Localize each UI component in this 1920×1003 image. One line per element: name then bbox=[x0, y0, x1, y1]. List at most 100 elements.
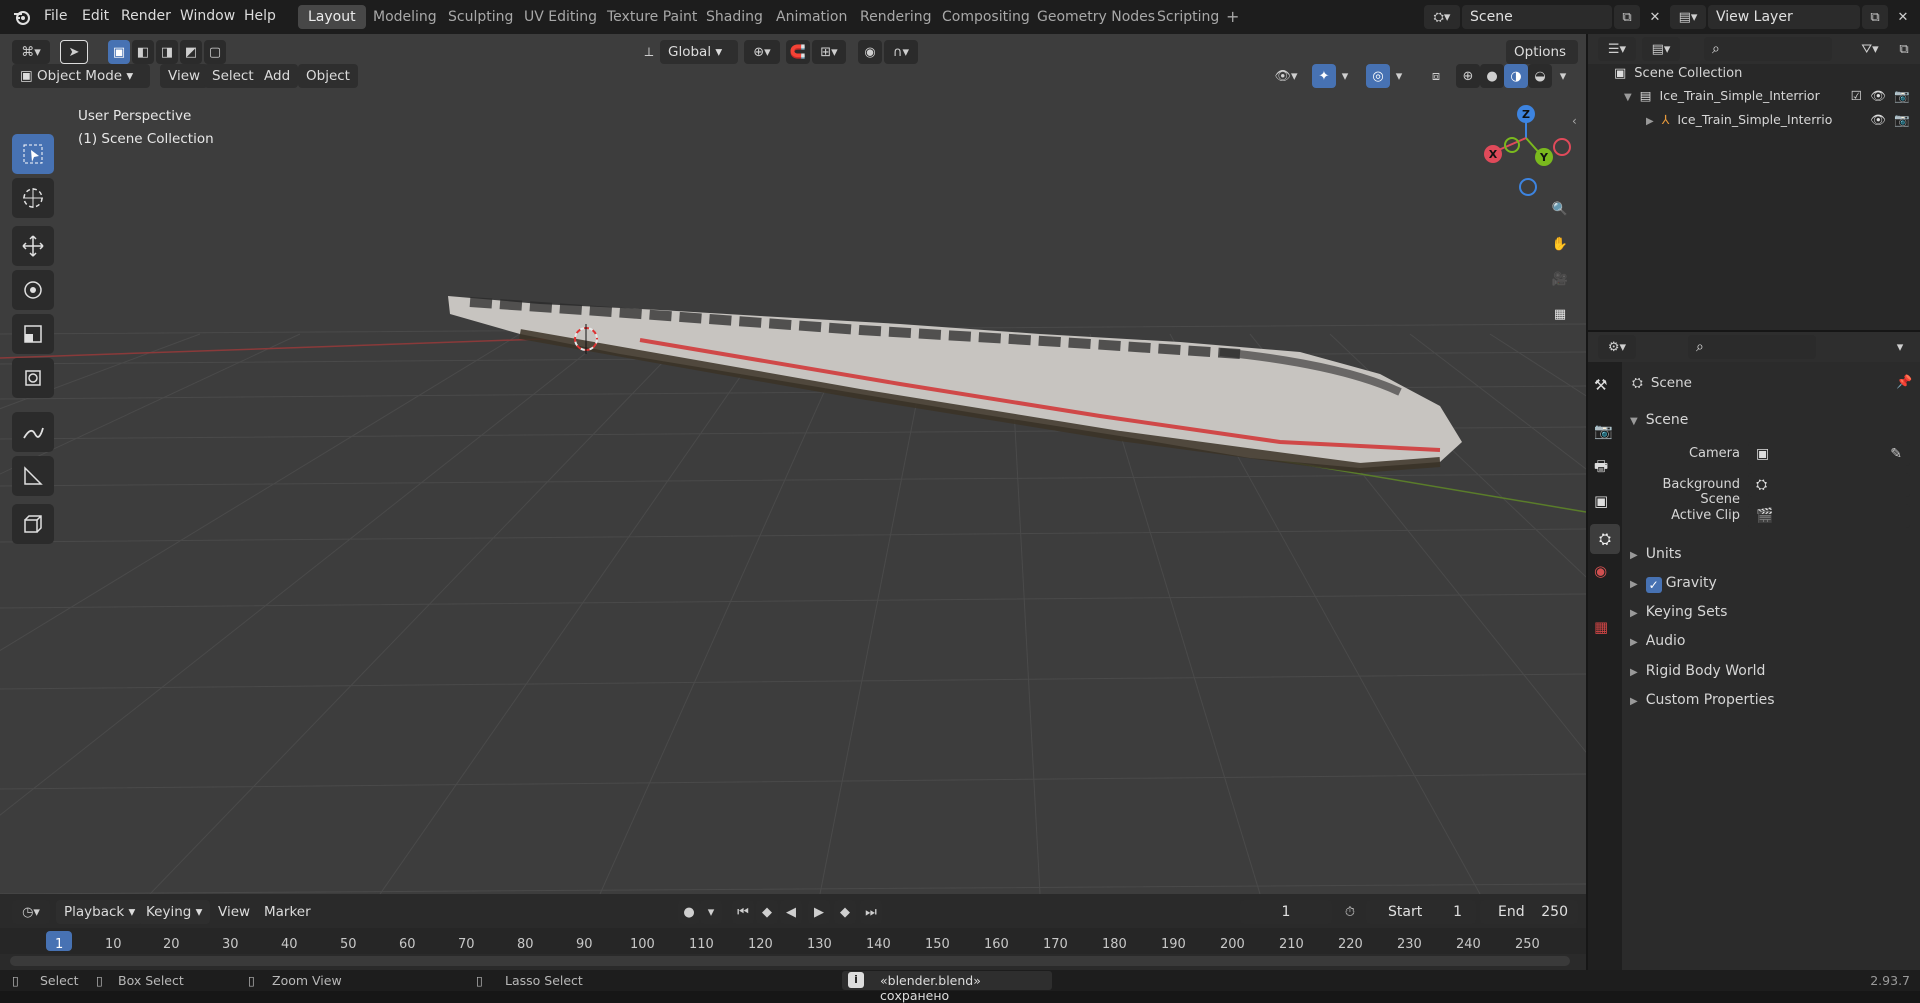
transform-orientation-dropdown[interactable]: Global ▾ bbox=[660, 40, 738, 64]
new-scene-icon[interactable]: ⧉ bbox=[1614, 5, 1640, 29]
timeline-menu-keying[interactable]: Keying ▾ bbox=[138, 900, 211, 924]
panel-units[interactable]: ▶ Units bbox=[1630, 546, 1912, 562]
select-mode-tweak-icon[interactable]: ➤ bbox=[60, 40, 88, 64]
panel-gravity[interactable]: ▶ ✓ Gravity bbox=[1630, 575, 1912, 593]
output-tab-icon[interactable]: 🖶 bbox=[1594, 456, 1608, 481]
tab-scripting[interactable]: Scripting bbox=[1147, 5, 1229, 29]
menu-window[interactable]: Window bbox=[180, 8, 235, 24]
expand-arrow-icon[interactable]: ▶ bbox=[1630, 696, 1638, 707]
expand-arrow-icon[interactable]: ▶ bbox=[1630, 667, 1638, 678]
solid-shading-icon[interactable]: ● bbox=[1480, 64, 1504, 88]
cursor-icon[interactable] bbox=[12, 178, 54, 218]
tab-texture-paint[interactable]: Texture Paint bbox=[597, 5, 707, 29]
current-frame-field[interactable]: 1 bbox=[1240, 900, 1332, 924]
render-tab-icon[interactable]: 📷 bbox=[1594, 422, 1613, 440]
annotate-icon[interactable] bbox=[12, 412, 54, 452]
select-box-icon[interactable] bbox=[12, 134, 54, 174]
3d-viewport[interactable]: Z Y X ⌘▾ ➤ ▣ ◧ ◨ ◩ ▢ ⟂ Global ▾ ⊕▾ 🧲 ⊞▾ … bbox=[0, 34, 1586, 894]
properties-search-input[interactable]: ⌕ bbox=[1688, 335, 1816, 359]
options-dropdown[interactable]: Options ▾ bbox=[1506, 40, 1578, 84]
view-layer-name-field[interactable]: View Layer bbox=[1708, 5, 1860, 29]
eye-icon[interactable]: 👁 bbox=[1870, 88, 1886, 104]
timeline-menu-view[interactable]: View bbox=[210, 900, 258, 924]
rendered-shading-icon[interactable]: ◒ bbox=[1528, 64, 1552, 88]
outliner-search-input[interactable]: ⌕ bbox=[1704, 37, 1832, 61]
outliner-editor-type-icon[interactable]: ☰▾ bbox=[1598, 37, 1636, 61]
stopwatch-icon[interactable]: ⏱ bbox=[1338, 900, 1362, 924]
play-icon[interactable]: ▶ bbox=[808, 900, 830, 924]
select-mode-subtract-icon[interactable]: ◨ bbox=[156, 40, 178, 64]
view-layer-tab-icon[interactable]: ▣ bbox=[1594, 492, 1608, 510]
tab-animation[interactable]: Animation bbox=[766, 5, 857, 29]
shading-dropdown-icon[interactable]: ▾ bbox=[1552, 64, 1574, 88]
scene-name-field[interactable]: Scene bbox=[1462, 5, 1612, 29]
gizmo-dropdown-icon[interactable]: ▾ bbox=[1336, 64, 1354, 88]
remove-scene-icon[interactable]: ✕ bbox=[1642, 5, 1668, 29]
timeline-scrollbar[interactable] bbox=[10, 956, 1570, 966]
wireframe-shading-icon[interactable]: ⊕ bbox=[1456, 64, 1480, 88]
expand-arrow-icon[interactable]: ▶ bbox=[1646, 116, 1654, 127]
camera-icon[interactable]: 🎥 bbox=[1545, 264, 1575, 294]
report-message[interactable]: i «blender.blend» сохранено bbox=[842, 971, 1052, 1003]
menu-help[interactable]: Help bbox=[244, 8, 276, 24]
expand-arrow-icon[interactable]: ▶ bbox=[1630, 637, 1638, 648]
tab-geometry-nodes[interactable]: Geometry Nodes bbox=[1027, 5, 1165, 29]
timeline-menu-marker[interactable]: Marker bbox=[256, 900, 319, 924]
tab-layout[interactable]: Layout bbox=[298, 5, 366, 29]
end-frame-field[interactable]: End 250 bbox=[1480, 900, 1578, 924]
render-camera-icon[interactable]: 📷 bbox=[1894, 112, 1910, 128]
texture-tab-icon[interactable]: ▦ bbox=[1594, 618, 1608, 636]
outliner-panel[interactable]: ☰▾ ▤▾ ⌕ ⛛▾ ⧉ ▣ Scene Collection ▼ ▤ Ice_Tra… bbox=[1588, 34, 1920, 330]
viewport-menu-select[interactable]: Select bbox=[204, 64, 262, 88]
tab-rendering[interactable]: Rendering bbox=[850, 5, 942, 29]
menu-render[interactable]: Render bbox=[121, 8, 171, 24]
properties-editor-type-icon[interactable]: ⚙▾ bbox=[1598, 335, 1636, 359]
tab-uv-editing[interactable]: UV Editing bbox=[514, 5, 607, 29]
jump-end-icon[interactable]: ⏭ bbox=[860, 900, 882, 924]
select-mode-extend-icon[interactable]: ◧ bbox=[132, 40, 154, 64]
xray-icon[interactable]: ⧈ bbox=[1424, 64, 1448, 88]
exclude-checkbox-icon[interactable]: ☑ bbox=[1851, 88, 1862, 103]
expand-arrow-icon[interactable]: ▶ bbox=[1630, 579, 1638, 590]
view-layer-selector-icon[interactable]: ▤▾ bbox=[1670, 5, 1706, 29]
proportional-falloff-icon[interactable]: ∩▾ bbox=[884, 40, 918, 64]
proportional-edit-icon[interactable]: ◉ bbox=[858, 40, 882, 64]
menu-file[interactable]: File bbox=[44, 8, 67, 24]
viewport-menu-add[interactable]: Add bbox=[256, 64, 299, 88]
outliner-row-object[interactable]: ▶ ⅄ Ice_Train_Simple_Interrio 👁 📷 bbox=[1646, 112, 1914, 127]
tab-modeling[interactable]: Modeling bbox=[363, 5, 447, 29]
measure-icon[interactable] bbox=[12, 456, 54, 496]
expand-arrow-icon[interactable]: ▼ bbox=[1624, 92, 1632, 103]
keying-set-dropdown-icon[interactable]: ▾ bbox=[700, 900, 722, 924]
gizmo-toggle-icon[interactable]: ✦ bbox=[1312, 64, 1336, 88]
move-icon[interactable] bbox=[12, 226, 54, 266]
active-clip-field[interactable]: 🎬 bbox=[1748, 504, 1910, 528]
expand-arrow-icon[interactable]: ▶ bbox=[1630, 608, 1638, 619]
pan-hand-icon[interactable]: ✋ bbox=[1545, 229, 1575, 259]
menu-edit[interactable]: Edit bbox=[82, 8, 109, 24]
properties-options-icon[interactable]: ▾ bbox=[1888, 335, 1912, 359]
background-scene-field[interactable]: ⛭ bbox=[1748, 473, 1910, 497]
scene-selector-icon[interactable]: ⛭▾ bbox=[1424, 5, 1460, 29]
mode-dropdown[interactable]: ▣ Object Mode ▾ bbox=[12, 64, 150, 88]
world-tab-icon[interactable]: ◉ bbox=[1594, 562, 1607, 580]
snap-target-icon[interactable]: ⊞▾ bbox=[812, 40, 846, 64]
timeline-editor[interactable]: ◷▾ Playback ▾ Keying ▾ View Marker ● ▾ ⏮… bbox=[0, 894, 1586, 970]
pivot-point-icon[interactable]: ⊕▾ bbox=[744, 40, 780, 64]
rotate-icon[interactable] bbox=[12, 270, 54, 310]
render-camera-icon[interactable]: 📷 bbox=[1894, 88, 1910, 104]
panel-keying-sets[interactable]: ▶ Keying Sets bbox=[1630, 604, 1912, 620]
scene-section-header[interactable]: ▼ Scene bbox=[1630, 412, 1912, 428]
editor-type-icon[interactable]: ⌘▾ bbox=[12, 40, 50, 64]
jump-start-icon[interactable]: ⏮ bbox=[732, 900, 754, 924]
select-mode-invert-icon[interactable]: ◩ bbox=[180, 40, 202, 64]
eye-icon[interactable]: 👁 bbox=[1870, 112, 1886, 128]
scale-icon[interactable] bbox=[12, 314, 54, 354]
next-keyframe-icon[interactable]: ◆ bbox=[834, 900, 856, 924]
timeline-menu-playback[interactable]: Playback ▾ bbox=[56, 900, 144, 924]
blender-logo-icon[interactable] bbox=[12, 8, 32, 26]
add-workspace-button[interactable]: + bbox=[1220, 5, 1245, 29]
new-view-layer-icon[interactable]: ⧉ bbox=[1862, 5, 1888, 29]
timeline-editor-type-icon[interactable]: ◷▾ bbox=[12, 900, 50, 924]
snap-toggle-icon[interactable]: 🧲 bbox=[786, 40, 810, 64]
